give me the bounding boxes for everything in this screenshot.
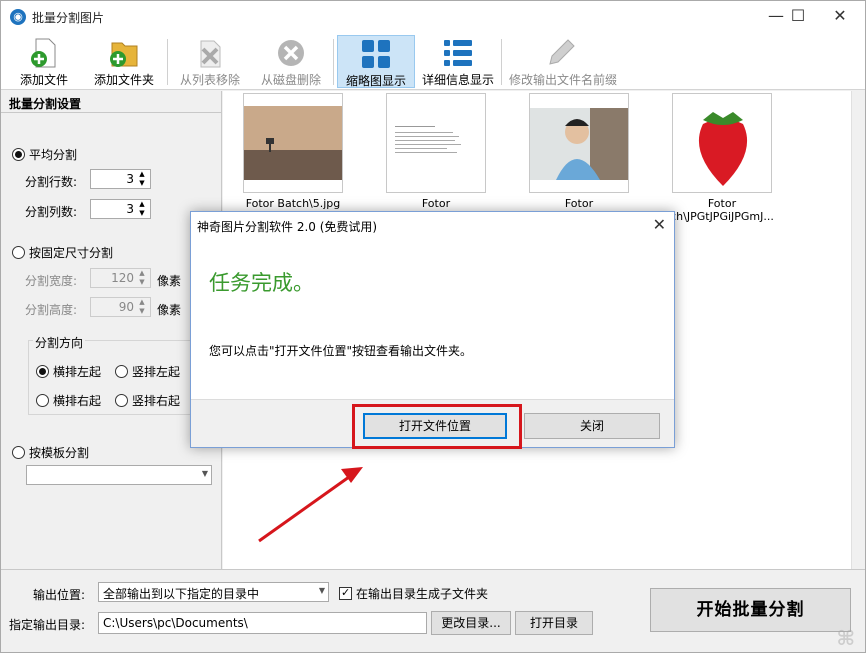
dialog-close-button[interactable]: 关闭 — [524, 413, 660, 439]
dialog-body: 任务完成。 您可以点击"打开文件位置"按钮查看输出文件夹。 — [191, 239, 674, 399]
dialog-heading: 任务完成。 — [209, 271, 314, 295]
dialog-message: 您可以点击"打开文件位置"按钮查看输出文件夹。 — [209, 344, 473, 358]
dialog-title: 神奇图片分割软件 2.0 (免费试用) — [197, 220, 378, 234]
annotation-highlight-box — [352, 404, 522, 449]
watermark-logo: ⌘ — [836, 626, 855, 650]
dialog-close-icon[interactable]: ✕ — [653, 215, 666, 234]
dialog-title-bar: 神奇图片分割软件 2.0 (免费试用) ✕ — [191, 212, 674, 239]
annotation-arrow-line — [258, 475, 350, 543]
app-window: ◉ 批量分割图片 — ☐ ✕ 添加文件 添加文件夹 从列表移除 从磁盘删除 缩略… — [0, 0, 866, 653]
task-complete-dialog: 神奇图片分割软件 2.0 (免费试用) ✕ 任务完成。 您可以点击"打开文件位置… — [190, 211, 675, 449]
